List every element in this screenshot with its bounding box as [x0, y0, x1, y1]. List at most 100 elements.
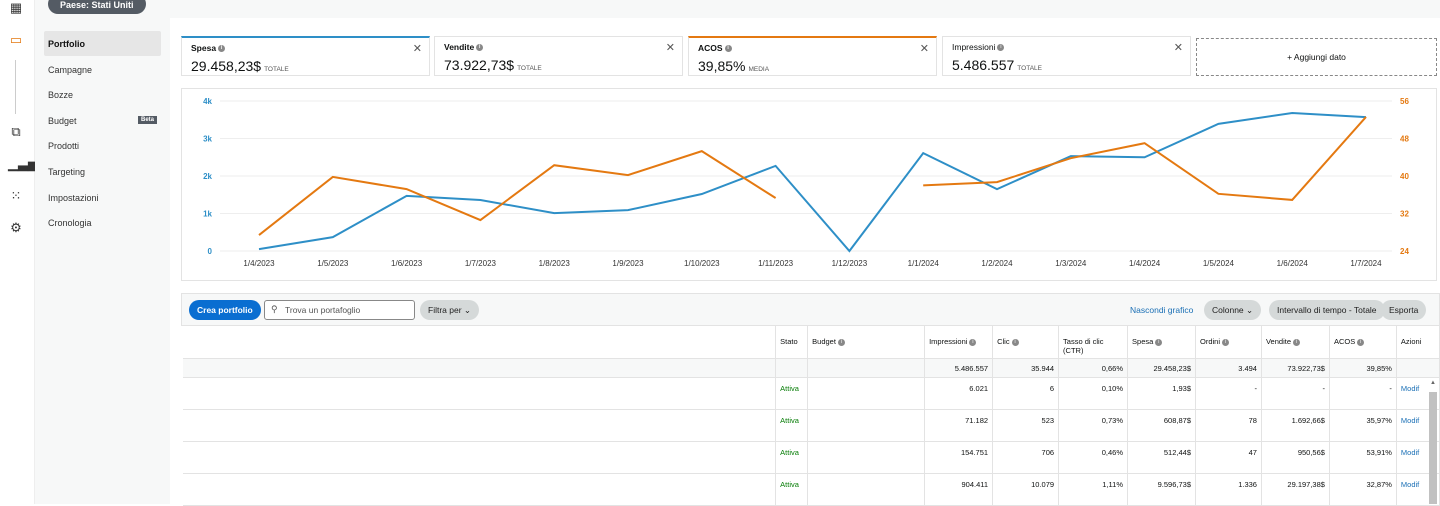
table-scrollbar[interactable]: ▲: [1428, 380, 1438, 504]
column-header[interactable]: Budgeti: [808, 326, 925, 358]
table-row[interactable]: Attiva6.02160,10%1,93$---Modif: [183, 377, 1440, 409]
time-range-button[interactable]: Intervallo di tempo - Totale: [1269, 300, 1385, 320]
table-cell: 71.182: [925, 409, 993, 441]
gear-icon[interactable]: ⚙: [8, 220, 24, 236]
info-icon[interactable]: i: [997, 44, 1004, 51]
total-cell: 0,66%: [1059, 358, 1128, 377]
subnav-item-budget[interactable]: BudgetBeta: [44, 108, 161, 133]
status-cell: Attiva: [776, 377, 808, 409]
table-cell: 950,56$: [1261, 441, 1329, 473]
subnav-label: Budget: [48, 116, 77, 126]
column-header[interactable]: Clici: [993, 326, 1059, 358]
x-tick: 1/5/2024: [1203, 259, 1235, 268]
metric-suffix: TOTALE: [1017, 65, 1042, 72]
x-tick: 1/12/2023: [832, 259, 868, 268]
subnav-item-impostazioni[interactable]: Impostazioni: [44, 185, 161, 210]
table-row[interactable]: Attiva71.1825230,73%608,87$781.692,66$35…: [183, 409, 1440, 441]
table-cell: [808, 377, 925, 409]
close-icon[interactable]: ✕: [666, 41, 675, 54]
hide-chart-link[interactable]: Nascondi grafico: [1130, 305, 1193, 315]
table-cell: 1.336: [1196, 473, 1262, 505]
subnav-label: Impostazioni: [48, 193, 99, 203]
subnav-item-bozze[interactable]: Bozze: [44, 82, 161, 107]
close-icon[interactable]: ✕: [920, 42, 929, 55]
column-header[interactable]: Azioni: [1396, 326, 1439, 358]
info-icon[interactable]: i: [476, 44, 483, 51]
column-header[interactable]: Spesai: [1128, 326, 1196, 358]
info-icon[interactable]: i: [838, 339, 845, 346]
create-portfolio-button[interactable]: Crea portfolio: [189, 300, 261, 320]
reports-icon[interactable]: ▁▃▅: [8, 156, 24, 172]
scroll-up-icon[interactable]: ▲: [1430, 380, 1436, 386]
table-cell: 1,93$: [1128, 377, 1196, 409]
close-icon[interactable]: ✕: [1174, 41, 1183, 54]
header-label: Stato: [780, 337, 798, 346]
metric-card-acos[interactable]: ACOSi 39,85%MEDIA ✕: [688, 36, 937, 76]
subnav-item-targeting[interactable]: Targeting: [44, 159, 161, 184]
info-icon[interactable]: i: [1012, 339, 1019, 346]
columns-label: Colonne: [1212, 305, 1244, 315]
metric-suffix: MEDIA: [748, 66, 769, 73]
portfolio-table: Stato BudgetiImpressioniiCliciTasso di cl…: [183, 326, 1440, 506]
column-header[interactable]: Venditei: [1261, 326, 1329, 358]
metric-card-spesa[interactable]: Spesai 29.458,23$TOTALE ✕: [181, 36, 430, 76]
subnav-item-portfolio[interactable]: Portfolio: [44, 31, 161, 56]
add-metric-button[interactable]: + Aggiungi dato: [1196, 38, 1437, 76]
search-icon: ⚲: [271, 304, 278, 315]
column-header[interactable]: Tasso di clic (CTR): [1059, 326, 1128, 358]
subnav-item-campagne[interactable]: Campagne: [44, 57, 161, 82]
column-header[interactable]: [183, 326, 776, 358]
country-selector[interactable]: Paese: Stati Uniti: [48, 0, 146, 14]
column-header[interactable]: Stato: [776, 326, 808, 358]
apps-grid-icon[interactable]: ⁙: [8, 188, 24, 204]
info-icon[interactable]: i: [1293, 339, 1300, 346]
table-row[interactable]: Attiva904.41110.0791,11%9.596,73$1.33629…: [183, 473, 1440, 505]
wallet-icon[interactable]: ▭: [8, 32, 24, 48]
search-placeholder: Trova un portafoglio: [285, 305, 360, 315]
table-cell: 9.596,73$: [1128, 473, 1196, 505]
column-header[interactable]: Ordinii: [1196, 326, 1262, 358]
metric-value: 39,85%: [698, 58, 745, 74]
export-button[interactable]: Esporta: [1381, 300, 1426, 320]
subnav-label: Targeting: [48, 167, 85, 177]
total-cell: [183, 358, 776, 377]
table-cell: [183, 473, 776, 505]
total-cell: 3.494: [1196, 358, 1262, 377]
close-icon[interactable]: ✕: [413, 42, 422, 55]
media-icon[interactable]: ⧉: [8, 124, 24, 140]
subnav-item-prodotti[interactable]: Prodotti: [44, 133, 161, 158]
column-header[interactable]: Impressionii: [925, 326, 993, 358]
app-rail: ▦ ▭ ⧉ ▁▃▅ ⁙ ⚙: [0, 0, 35, 504]
table-row[interactable]: Attiva154.7517060,46%512,44$47950,56$53,…: [183, 441, 1440, 473]
table-cell: 10.079: [993, 473, 1059, 505]
info-icon[interactable]: i: [218, 45, 225, 52]
sub-navigation: Portfolio Campagne BozzeBudgetBetaProdotti…: [35, 18, 170, 504]
info-icon[interactable]: i: [1222, 339, 1229, 346]
table-cell: 53,91%: [1329, 441, 1396, 473]
table-cell: 6.021: [925, 377, 993, 409]
x-tick: 1/1/2024: [908, 259, 940, 268]
columns-button[interactable]: Colonne ⌄: [1204, 300, 1261, 320]
scrollbar-thumb[interactable]: [1429, 392, 1437, 504]
x-tick: 1/5/2023: [317, 259, 349, 268]
search-input[interactable]: ⚲ Trova un portafoglio: [264, 300, 415, 320]
y-right-tick: 56: [1400, 97, 1409, 106]
header-label: Spesa: [1132, 337, 1153, 346]
divider: [15, 60, 16, 114]
info-icon[interactable]: i: [1357, 339, 1364, 346]
filter-button[interactable]: Filtra per ⌄: [420, 300, 479, 320]
column-header[interactable]: ACOSi: [1329, 326, 1396, 358]
table-cell: 0,46%: [1059, 441, 1128, 473]
info-icon[interactable]: i: [725, 45, 732, 52]
subnav-item-cronologia[interactable]: Cronologia: [44, 210, 161, 235]
table-cell: -: [1329, 377, 1396, 409]
x-tick: 1/6/2024: [1277, 259, 1309, 268]
dashboard-icon[interactable]: ▦: [8, 0, 24, 16]
info-icon[interactable]: i: [969, 339, 976, 346]
subnav-label: Campagne: [48, 65, 92, 75]
metric-card-vendite[interactable]: Venditei 73.922,73$TOTALE ✕: [434, 36, 683, 76]
table-cell: -: [1196, 377, 1262, 409]
y-left-tick: 3k: [203, 135, 212, 144]
info-icon[interactable]: i: [1155, 339, 1162, 346]
metric-card-impressioni[interactable]: Impressionii 5.486.557TOTALE ✕: [942, 36, 1191, 76]
